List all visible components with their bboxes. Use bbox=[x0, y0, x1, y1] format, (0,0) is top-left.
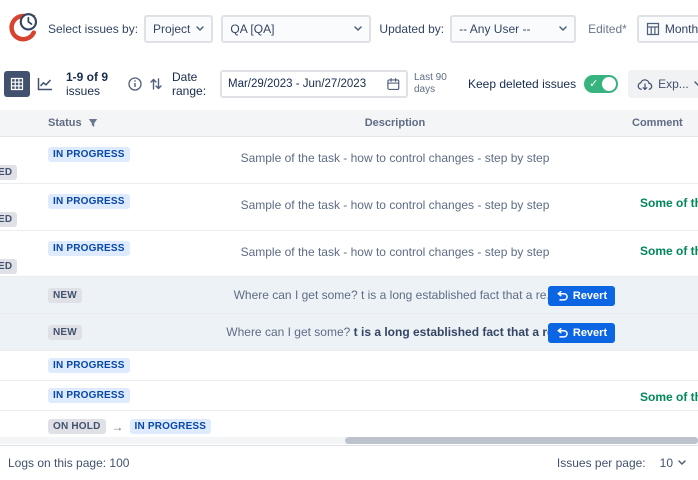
cloud-export-icon bbox=[637, 78, 653, 90]
app-logo-icon bbox=[9, 12, 38, 42]
export-label: Exp... bbox=[658, 77, 689, 91]
project-value: QA [QA] bbox=[230, 22, 275, 36]
select-by-value: Project bbox=[153, 22, 191, 36]
table-grid-icon bbox=[10, 77, 24, 91]
horizontal-scrollbar[interactable] bbox=[0, 437, 698, 444]
filter-funnel-icon[interactable] bbox=[88, 118, 98, 128]
table-row[interactable]: NEW Where can I get some? t is a long es… bbox=[0, 277, 698, 314]
revert-button[interactable]: Revert bbox=[548, 286, 615, 306]
date-range-input[interactable] bbox=[220, 70, 408, 98]
table-row[interactable]: IN PROGRESS Sample of the task - how to … bbox=[0, 184, 698, 231]
issues-per-page-value: 10 bbox=[659, 456, 673, 470]
status-badge: IN PROGRESS bbox=[48, 194, 130, 209]
issues-per-page-dropdown[interactable]: 10 bbox=[660, 456, 686, 470]
issues-count: 1-9 of 9 issues bbox=[66, 70, 116, 98]
issues-per-page-label: Issues per page: bbox=[556, 456, 646, 470]
updated-by-value: -- Any User -- bbox=[459, 22, 531, 36]
revert-button[interactable]: Revert bbox=[548, 323, 615, 343]
chevron-down-icon bbox=[354, 26, 363, 32]
top-bar: Select issues by: Project QA [QA] Update… bbox=[0, 0, 698, 50]
status-header-label: Status bbox=[48, 117, 82, 129]
status-badge: IN PROGRESS bbox=[48, 241, 130, 256]
date-range-label: Date range: bbox=[172, 70, 207, 98]
revert-icon bbox=[557, 327, 568, 338]
revert-icon bbox=[557, 290, 568, 301]
table-header: Status Description Comment bbox=[0, 110, 698, 137]
table-row[interactable]: IN PROGRESS bbox=[0, 351, 698, 381]
column-header-status: Status bbox=[48, 117, 98, 129]
table-row[interactable]: IN PROGRESS Sample of the task - how to … bbox=[0, 231, 698, 277]
issues-count-suffix: issues bbox=[66, 84, 101, 98]
comment-text: Some of the... bbox=[640, 244, 698, 258]
table-view-button[interactable] bbox=[4, 71, 30, 97]
column-header-comment: Comment bbox=[632, 117, 683, 129]
chevron-down-icon bbox=[196, 26, 205, 32]
description-prefix: Where can I get some? bbox=[226, 325, 354, 339]
revert-label: Revert bbox=[572, 327, 608, 339]
issue-description: Sample of the task - how to control chan… bbox=[240, 245, 550, 259]
keep-deleted-label: Keep deleted issues bbox=[468, 77, 577, 91]
status-badge: IN PROGRESS bbox=[129, 419, 212, 434]
status-badge-fragment: ED bbox=[0, 259, 18, 274]
status-badge-fragment: ED bbox=[0, 165, 18, 180]
status-badge: IN PROGRESS bbox=[48, 358, 130, 373]
scrollbar-thumb[interactable] bbox=[345, 437, 698, 444]
status-badge: NEW bbox=[48, 325, 82, 340]
info-icon[interactable] bbox=[128, 77, 142, 91]
export-button[interactable]: Exp... bbox=[628, 70, 698, 98]
edited-indicator: Edited* bbox=[588, 22, 627, 36]
toolbar: 1-9 of 9 issues Date range: Last 90 days… bbox=[0, 46, 698, 110]
status-badge-fragment: ED bbox=[0, 212, 18, 227]
view-mode-dropdown[interactable]: Monthly bbox=[636, 15, 698, 43]
chevron-down-icon bbox=[694, 81, 698, 87]
footer: Logs on this page: 100 Issues per page: … bbox=[0, 445, 698, 480]
logs-count-label: Logs on this page: 100 bbox=[8, 456, 130, 470]
revert-label: Revert bbox=[572, 290, 608, 302]
status-badge: IN PROGRESS bbox=[48, 147, 130, 162]
table-row[interactable]: NEW Where can I get some? t is a long es… bbox=[0, 314, 698, 351]
check-icon: ✓ bbox=[589, 78, 599, 90]
issue-history-app: Select issues by: Project QA [QA] Update… bbox=[0, 0, 698, 480]
status-from-badge: ON HOLD bbox=[48, 419, 106, 434]
comment-text: Some of the... bbox=[640, 390, 698, 404]
select-by-dropdown[interactable]: Project bbox=[144, 15, 214, 43]
issue-description: Sample of the task - how to control chan… bbox=[240, 151, 550, 165]
chevron-down-icon bbox=[559, 26, 567, 32]
table-row[interactable]: IN PROGRESS Sample of the task - how to … bbox=[0, 137, 698, 184]
chart-view-button[interactable] bbox=[32, 71, 58, 97]
comment-text: Some of the... bbox=[640, 196, 698, 210]
status-badge: IN PROGRESS bbox=[48, 388, 130, 403]
calendar-grid-icon bbox=[646, 22, 659, 36]
date-range-value[interactable] bbox=[228, 78, 384, 90]
line-chart-icon bbox=[37, 78, 52, 91]
arrow-right-icon: → bbox=[111, 419, 124, 434]
updated-by-label: Updated by: bbox=[379, 22, 445, 36]
issues-count-range: 1-9 of 9 bbox=[66, 70, 109, 84]
select-issues-by-label: Select issues by: bbox=[48, 22, 139, 36]
updated-by-dropdown[interactable]: -- Any User -- bbox=[450, 15, 577, 43]
refresh-icon[interactable] bbox=[150, 77, 162, 91]
view-mode-value: Monthly bbox=[664, 22, 698, 36]
status-badge: NEW bbox=[48, 288, 82, 303]
description-changed-text: t is a long established fact that a re..… bbox=[353, 325, 564, 339]
issue-description: Sample of the task - how to control chan… bbox=[240, 198, 550, 212]
chevron-down-icon bbox=[678, 460, 686, 466]
calendar-icon[interactable] bbox=[387, 77, 400, 91]
column-header-description: Description bbox=[364, 117, 426, 129]
project-dropdown[interactable]: QA [QA] bbox=[221, 15, 372, 43]
table-row[interactable]: IN PROGRESS Some of the... bbox=[0, 381, 698, 411]
toggle-knob bbox=[602, 77, 617, 91]
keep-deleted-toggle[interactable]: ✓ bbox=[584, 75, 619, 93]
quick-range-label: Last 90 days bbox=[414, 72, 447, 95]
status-transition: ON HOLD → IN PROGRESS bbox=[48, 419, 212, 434]
